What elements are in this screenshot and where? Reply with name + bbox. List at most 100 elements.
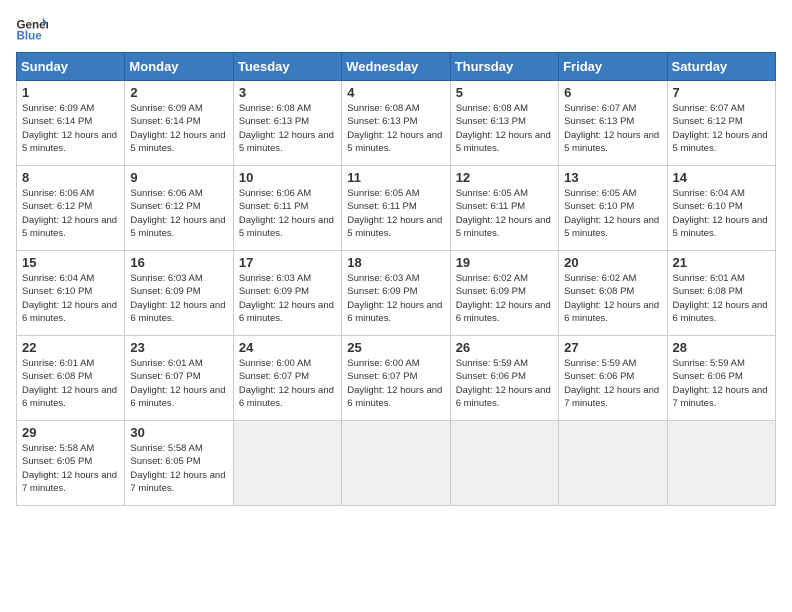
calendar-table: SundayMondayTuesdayWednesdayThursdayFrid… bbox=[16, 52, 776, 506]
day-number: 23 bbox=[130, 340, 227, 355]
day-detail: Sunrise: 6:06 AM Sunset: 6:12 PM Dayligh… bbox=[130, 187, 227, 240]
day-detail: Sunrise: 6:08 AM Sunset: 6:13 PM Dayligh… bbox=[347, 102, 444, 155]
day-detail: Sunrise: 5:58 AM Sunset: 6:05 PM Dayligh… bbox=[130, 442, 227, 495]
calendar-day-cell: 29 Sunrise: 5:58 AM Sunset: 6:05 PM Dayli… bbox=[17, 421, 125, 506]
calendar-week-row: 1Sunrise: 6:09 AM Sunset: 6:14 PM Daylig… bbox=[17, 81, 776, 166]
calendar-day-cell: 30 Sunrise: 5:58 AM Sunset: 6:05 PM Dayli… bbox=[125, 421, 233, 506]
calendar-week-row: 8 Sunrise: 6:06 AM Sunset: 6:12 PM Daylig… bbox=[17, 166, 776, 251]
day-number: 12 bbox=[456, 170, 553, 185]
weekday-header-monday: Monday bbox=[125, 53, 233, 81]
day-detail: Sunrise: 6:01 AM Sunset: 6:08 PM Dayligh… bbox=[22, 357, 119, 410]
day-detail: Sunrise: 6:08 AM Sunset: 6:13 PM Dayligh… bbox=[456, 102, 553, 155]
calendar-day-cell: 23 Sunrise: 6:01 AM Sunset: 6:07 PM Dayli… bbox=[125, 336, 233, 421]
calendar-day-cell: 5 Sunrise: 6:08 AM Sunset: 6:13 PM Daylig… bbox=[450, 81, 558, 166]
day-detail: Sunrise: 6:01 AM Sunset: 6:08 PM Dayligh… bbox=[673, 272, 770, 325]
calendar-day-cell: 8 Sunrise: 6:06 AM Sunset: 6:12 PM Daylig… bbox=[17, 166, 125, 251]
calendar-day-cell bbox=[342, 421, 450, 506]
day-number: 29 bbox=[22, 425, 119, 440]
calendar-day-cell: 28 Sunrise: 5:59 AM Sunset: 6:06 PM Dayli… bbox=[667, 336, 775, 421]
day-number: 26 bbox=[456, 340, 553, 355]
logo: General Blue bbox=[16, 16, 48, 44]
calendar-day-cell: 4Sunrise: 6:08 AM Sunset: 6:13 PM Daylig… bbox=[342, 81, 450, 166]
day-number: 6 bbox=[564, 85, 661, 100]
weekday-header-row: SundayMondayTuesdayWednesdayThursdayFrid… bbox=[17, 53, 776, 81]
day-number: 7 bbox=[673, 85, 770, 100]
day-detail: Sunrise: 6:07 AM Sunset: 6:12 PM Dayligh… bbox=[673, 102, 770, 155]
day-detail: Sunrise: 5:59 AM Sunset: 6:06 PM Dayligh… bbox=[673, 357, 770, 410]
day-number: 18 bbox=[347, 255, 444, 270]
calendar-day-cell: 2 Sunrise: 6:09 AM Sunset: 6:14 PM Daylig… bbox=[125, 81, 233, 166]
day-number: 2 bbox=[130, 85, 227, 100]
calendar-day-cell: 20 Sunrise: 6:02 AM Sunset: 6:08 PM Dayli… bbox=[559, 251, 667, 336]
day-number: 20 bbox=[564, 255, 661, 270]
day-detail: Sunrise: 6:09 AM Sunset: 6:14 PM Dayligh… bbox=[22, 102, 119, 155]
weekday-header-thursday: Thursday bbox=[450, 53, 558, 81]
day-number: 8 bbox=[22, 170, 119, 185]
day-detail: Sunrise: 5:59 AM Sunset: 6:06 PM Dayligh… bbox=[456, 357, 553, 410]
day-number: 28 bbox=[673, 340, 770, 355]
calendar-day-cell: 21Sunrise: 6:01 AM Sunset: 6:08 PM Dayli… bbox=[667, 251, 775, 336]
calendar-day-cell: 24Sunrise: 6:00 AM Sunset: 6:07 PM Dayli… bbox=[233, 336, 341, 421]
day-detail: Sunrise: 5:58 AM Sunset: 6:05 PM Dayligh… bbox=[22, 442, 119, 495]
day-detail: Sunrise: 6:07 AM Sunset: 6:13 PM Dayligh… bbox=[564, 102, 661, 155]
day-number: 24 bbox=[239, 340, 336, 355]
calendar-day-cell: 18 Sunrise: 6:03 AM Sunset: 6:09 PM Dayli… bbox=[342, 251, 450, 336]
day-detail: Sunrise: 6:09 AM Sunset: 6:14 PM Dayligh… bbox=[130, 102, 227, 155]
day-detail: Sunrise: 6:05 AM Sunset: 6:10 PM Dayligh… bbox=[564, 187, 661, 240]
weekday-header-wednesday: Wednesday bbox=[342, 53, 450, 81]
day-number: 27 bbox=[564, 340, 661, 355]
calendar-day-cell: 15 Sunrise: 6:04 AM Sunset: 6:10 PM Dayli… bbox=[17, 251, 125, 336]
calendar-day-cell bbox=[667, 421, 775, 506]
calendar-week-row: 15 Sunrise: 6:04 AM Sunset: 6:10 PM Dayli… bbox=[17, 251, 776, 336]
day-number: 30 bbox=[130, 425, 227, 440]
day-detail: Sunrise: 6:03 AM Sunset: 6:09 PM Dayligh… bbox=[239, 272, 336, 325]
calendar-day-cell: 13 Sunrise: 6:05 AM Sunset: 6:10 PM Dayli… bbox=[559, 166, 667, 251]
day-number: 5 bbox=[456, 85, 553, 100]
weekday-header-friday: Friday bbox=[559, 53, 667, 81]
calendar-day-cell: 27 Sunrise: 5:59 AM Sunset: 6:06 PM Dayli… bbox=[559, 336, 667, 421]
day-number: 16 bbox=[130, 255, 227, 270]
day-detail: Sunrise: 6:08 AM Sunset: 6:13 PM Dayligh… bbox=[239, 102, 336, 155]
day-detail: Sunrise: 6:04 AM Sunset: 6:10 PM Dayligh… bbox=[22, 272, 119, 325]
calendar-week-row: 22Sunrise: 6:01 AM Sunset: 6:08 PM Dayli… bbox=[17, 336, 776, 421]
calendar-day-cell bbox=[450, 421, 558, 506]
calendar-day-cell bbox=[233, 421, 341, 506]
day-number: 14 bbox=[673, 170, 770, 185]
day-detail: Sunrise: 6:02 AM Sunset: 6:09 PM Dayligh… bbox=[456, 272, 553, 325]
day-detail: Sunrise: 6:05 AM Sunset: 6:11 PM Dayligh… bbox=[456, 187, 553, 240]
day-detail: Sunrise: 6:02 AM Sunset: 6:08 PM Dayligh… bbox=[564, 272, 661, 325]
day-number: 15 bbox=[22, 255, 119, 270]
weekday-header-tuesday: Tuesday bbox=[233, 53, 341, 81]
day-detail: Sunrise: 6:03 AM Sunset: 6:09 PM Dayligh… bbox=[347, 272, 444, 325]
weekday-header-sunday: Sunday bbox=[17, 53, 125, 81]
calendar-day-cell: 6 Sunrise: 6:07 AM Sunset: 6:13 PM Daylig… bbox=[559, 81, 667, 166]
calendar-day-cell: 26 Sunrise: 5:59 AM Sunset: 6:06 PM Dayli… bbox=[450, 336, 558, 421]
logo-icon: General Blue bbox=[16, 16, 48, 44]
day-detail: Sunrise: 6:04 AM Sunset: 6:10 PM Dayligh… bbox=[673, 187, 770, 240]
day-detail: Sunrise: 6:06 AM Sunset: 6:12 PM Dayligh… bbox=[22, 187, 119, 240]
day-detail: Sunrise: 6:03 AM Sunset: 6:09 PM Dayligh… bbox=[130, 272, 227, 325]
day-detail: Sunrise: 6:01 AM Sunset: 6:07 PM Dayligh… bbox=[130, 357, 227, 410]
day-number: 19 bbox=[456, 255, 553, 270]
svg-text:Blue: Blue bbox=[16, 29, 42, 42]
day-number: 10 bbox=[239, 170, 336, 185]
day-detail: Sunrise: 6:05 AM Sunset: 6:11 PM Dayligh… bbox=[347, 187, 444, 240]
day-number: 25 bbox=[347, 340, 444, 355]
calendar-day-cell: 17 Sunrise: 6:03 AM Sunset: 6:09 PM Dayli… bbox=[233, 251, 341, 336]
calendar-day-cell: 12 Sunrise: 6:05 AM Sunset: 6:11 PM Dayli… bbox=[450, 166, 558, 251]
calendar-day-cell: 14 Sunrise: 6:04 AM Sunset: 6:10 PM Dayli… bbox=[667, 166, 775, 251]
day-number: 17 bbox=[239, 255, 336, 270]
day-number: 13 bbox=[564, 170, 661, 185]
calendar-day-cell: 11 Sunrise: 6:05 AM Sunset: 6:11 PM Dayli… bbox=[342, 166, 450, 251]
calendar-day-cell: 22Sunrise: 6:01 AM Sunset: 6:08 PM Dayli… bbox=[17, 336, 125, 421]
day-number: 11 bbox=[347, 170, 444, 185]
calendar-week-row: 29 Sunrise: 5:58 AM Sunset: 6:05 PM Dayli… bbox=[17, 421, 776, 506]
calendar-day-cell: 16 Sunrise: 6:03 AM Sunset: 6:09 PM Dayli… bbox=[125, 251, 233, 336]
weekday-header-saturday: Saturday bbox=[667, 53, 775, 81]
day-detail: Sunrise: 5:59 AM Sunset: 6:06 PM Dayligh… bbox=[564, 357, 661, 410]
calendar-day-cell: 19 Sunrise: 6:02 AM Sunset: 6:09 PM Dayli… bbox=[450, 251, 558, 336]
calendar-day-cell bbox=[559, 421, 667, 506]
calendar-day-cell: 9Sunrise: 6:06 AM Sunset: 6:12 PM Daylig… bbox=[125, 166, 233, 251]
calendar-day-cell: 3Sunrise: 6:08 AM Sunset: 6:13 PM Daylig… bbox=[233, 81, 341, 166]
calendar-day-cell: 1Sunrise: 6:09 AM Sunset: 6:14 PM Daylig… bbox=[17, 81, 125, 166]
